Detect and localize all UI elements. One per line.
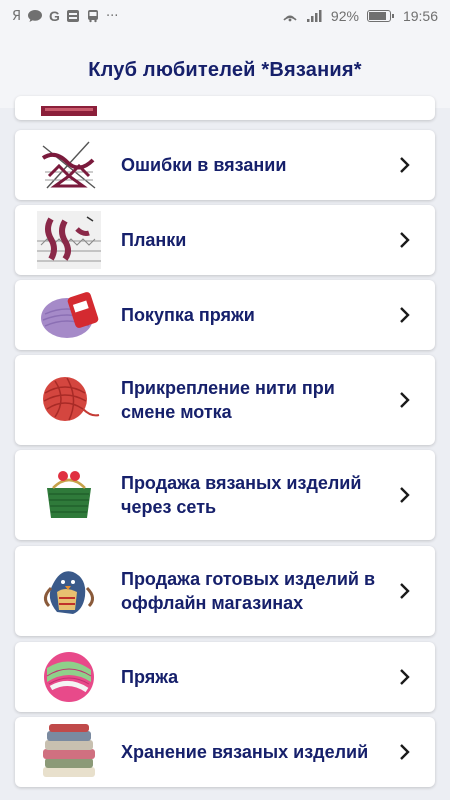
chevron-right-icon bbox=[399, 742, 411, 762]
battery-icon bbox=[366, 10, 394, 22]
knitted-bird-toy-thumb bbox=[37, 562, 101, 620]
yarn-pink-green-ball-thumb bbox=[37, 648, 101, 706]
signal-icon bbox=[306, 10, 322, 22]
list-item-label: Планки bbox=[121, 230, 187, 250]
list-item[interactable]: Хранение вязаных изделий bbox=[15, 717, 435, 787]
clock: 19:56 bbox=[402, 8, 438, 24]
yarn-red-ball-thumb bbox=[37, 371, 101, 429]
chevron-right-icon bbox=[399, 581, 411, 601]
system-icons: 92% 19:56 bbox=[281, 8, 438, 24]
chevron-right-icon bbox=[399, 155, 411, 175]
notification-icons: Я G ··· bbox=[12, 8, 118, 24]
list-item[interactable]: Покупка пряжи bbox=[15, 280, 435, 350]
chat-icon bbox=[28, 10, 43, 22]
more-icon: ··· bbox=[105, 8, 119, 24]
chevron-right-icon bbox=[399, 390, 411, 410]
battery-percent: 92% bbox=[330, 8, 359, 24]
list-item[interactable]: Прикрепление нити при смене мотка bbox=[15, 355, 435, 445]
list-item[interactable]: Планки bbox=[15, 205, 435, 275]
chevron-right-icon bbox=[399, 230, 411, 250]
knitting-top-thumb bbox=[37, 76, 101, 134]
status-bar: Я G ··· 92% 19:56 bbox=[0, 0, 450, 32]
chevron-right-icon bbox=[399, 667, 411, 687]
list-item[interactable]: Продажа вязаных изделий через сеть bbox=[15, 450, 435, 540]
list-item[interactable]: Продажа готовых изделий в оффлайн магази… bbox=[15, 546, 435, 636]
list-item[interactable]: Пряжа bbox=[15, 642, 435, 712]
transport-icon bbox=[87, 10, 98, 23]
list-item-label: Продажа вязаных изделий через сеть bbox=[121, 473, 362, 517]
yarn-purple-skein-thumb bbox=[37, 286, 101, 344]
list-item-label: Продажа готовых изделий в оффлайн магази… bbox=[121, 569, 376, 613]
yandex-icon: Я bbox=[12, 8, 22, 24]
battery-fill bbox=[368, 12, 387, 20]
list-item-label: Хранение вязаных изделий bbox=[121, 742, 369, 762]
folded-sweaters-thumb bbox=[37, 723, 101, 781]
list-item[interactable] bbox=[15, 96, 435, 120]
page-title: Клуб любителей *Вязания* bbox=[88, 58, 362, 81]
green-knitted-purse-thumb bbox=[37, 466, 101, 524]
list-item-label: Ошибки в вязании bbox=[121, 155, 287, 175]
list-item-label: Пряжа bbox=[121, 667, 179, 687]
google-icon: G bbox=[49, 8, 60, 24]
chevron-right-icon bbox=[399, 485, 411, 505]
list-item-label: Покупка пряжи bbox=[121, 305, 255, 325]
list-item[interactable]: Ошибки в вязании bbox=[15, 130, 435, 200]
knitting-band-thumb bbox=[37, 211, 101, 269]
vk-icon bbox=[66, 10, 79, 22]
chevron-right-icon bbox=[399, 305, 411, 325]
list-item-label: Прикрепление нити при смене мотка bbox=[121, 378, 335, 422]
knitting-error-diagram-thumb bbox=[37, 136, 101, 194]
hotspot-icon bbox=[283, 15, 297, 22]
